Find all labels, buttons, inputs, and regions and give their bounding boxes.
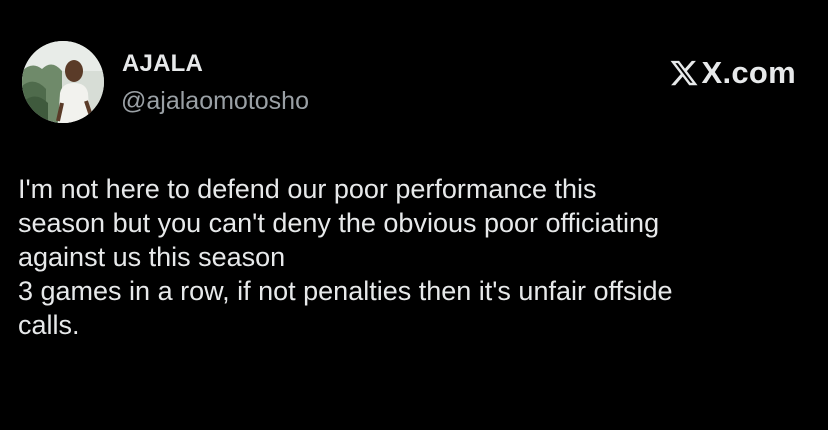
tweet-text: I'm not here to defend our poor performa… — [18, 172, 808, 342]
tweet-line: calls. — [18, 310, 80, 340]
tweet-line: season but you can't deny the obvious po… — [18, 208, 660, 238]
profile-photo-icon — [22, 41, 104, 123]
tweet-line: 3 games in a row, if not penalties then … — [18, 276, 673, 306]
display-name[interactable]: AJALA — [122, 50, 203, 78]
x-logo-icon — [671, 60, 699, 86]
tweet-line: against us this season — [18, 242, 286, 272]
username-handle[interactable]: @ajalaomotosho — [121, 86, 309, 116]
tweet-line: I'm not here to defend our poor performa… — [18, 174, 597, 204]
x-brand: X.com — [669, 55, 796, 91]
avatar[interactable] — [22, 41, 104, 123]
tweet-card: AJALA @ajalaomotosho X.com I'm not here … — [0, 0, 828, 430]
site-domain: X.com — [701, 55, 796, 90]
